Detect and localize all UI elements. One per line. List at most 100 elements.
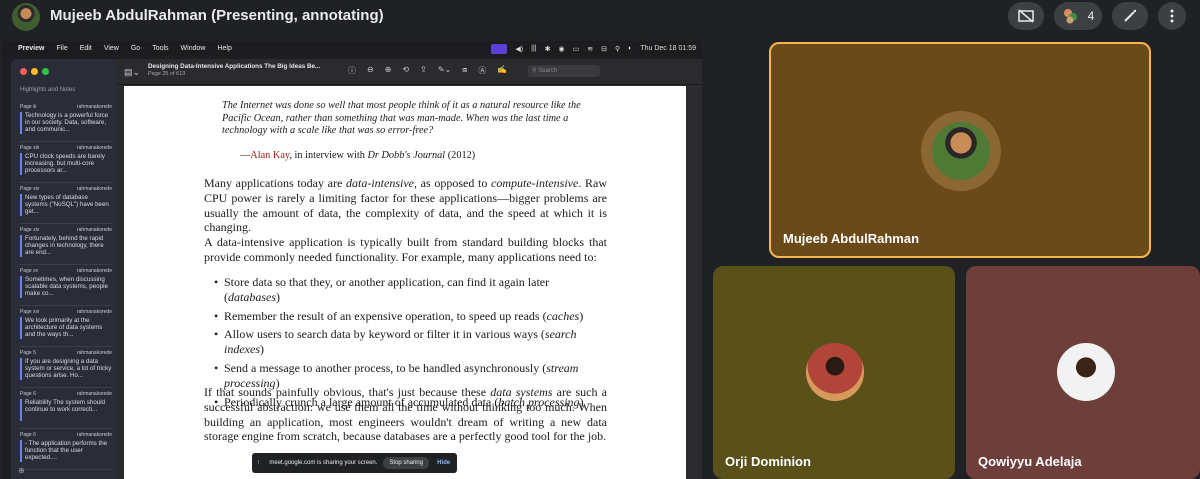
note-author: rahmanakorede <box>76 309 112 315</box>
paragraph-2: A data-intensive application is typicall… <box>204 235 607 264</box>
menu-go[interactable]: Go <box>131 45 140 52</box>
siri-icon[interactable]: ◐ <box>628 45 632 52</box>
more-icon <box>1170 9 1174 23</box>
participant-tile-active[interactable]: Mujeeb AbdulRahman <box>769 42 1151 258</box>
meet-sharing-icon[interactable] <box>491 43 508 54</box>
share-handle-icon[interactable]: ⦙ <box>258 460 259 467</box>
note-text: Sometimes, when discussing scalable data… <box>20 276 112 298</box>
note-text: CPU clock speeds are barely increasing, … <box>20 153 112 175</box>
menu-view[interactable]: View <box>104 45 119 52</box>
list-item: Store data so that they, or another appl… <box>214 275 607 305</box>
note-page: Page 6 <box>20 391 36 397</box>
note-author: rahmanakorede <box>76 432 112 438</box>
search-field[interactable]: ⚲ Search <box>528 65 600 77</box>
list-item: Remember the result of an expensive oper… <box>214 309 607 324</box>
toolbar-icons: ⓘ ⊖ ⊕ ⟲ ⇪ ✎⌄ ⧈ Ⓐ ✍ <box>348 65 507 76</box>
note-page: Page xiv <box>20 227 40 233</box>
rotate-icon[interactable]: ⟲ <box>402 65 409 76</box>
search-placeholder: Search <box>538 68 558 74</box>
note-item[interactable]: Page xiii rahmanakorede CPU clock speeds a… <box>20 142 112 183</box>
avatar <box>1057 343 1115 401</box>
meet-top-bar: Mujeeb AbdulRahman (Presenting, annotati… <box>0 0 1200 34</box>
people-count: 4 <box>1087 9 1095 23</box>
zoom-in-icon[interactable]: ⊕ <box>385 65 392 76</box>
volume-icon[interactable]: ◀) <box>515 45 523 53</box>
note-item[interactable]: Page xv rahmanakorede Sometimes, when disc… <box>20 265 112 306</box>
participant-name: Orji Dominion <box>725 454 811 469</box>
more-options-button[interactable] <box>1158 2 1186 30</box>
note-item[interactable]: Page xiv rahmanakorede Fortunately, behind… <box>20 224 112 265</box>
page-indicator: Page 25 of 613 <box>148 71 186 77</box>
zoom-out-icon[interactable]: ⊖ <box>367 65 374 76</box>
note-page: Page 6 <box>20 432 36 438</box>
note-text: Reliability The system should continue t… <box>20 399 112 421</box>
mac-menubar: Preview File Edit View Go Tools Window H… <box>2 41 702 56</box>
menu-edit[interactable]: Edit <box>80 45 92 52</box>
note-text: Fortunately, behind the rapid changes in… <box>20 235 112 257</box>
markup-icon[interactable]: Ⓐ <box>478 65 486 76</box>
menu-file[interactable]: File <box>56 45 67 52</box>
note-item[interactable]: Page 6 rahmanakorede Reliability The syste… <box>20 388 112 429</box>
annotate-icon <box>1124 9 1137 22</box>
avatar <box>932 122 990 180</box>
minimize-icon[interactable] <box>31 68 38 75</box>
sign-icon[interactable]: ✍ <box>497 65 507 76</box>
note-page: Page iii <box>20 104 37 110</box>
zoom-icon[interactable] <box>42 68 49 75</box>
quote-author-link[interactable]: Alan Kay <box>250 150 289 161</box>
note-item[interactable]: Page 6 rahmanakorede - The application per… <box>20 429 112 470</box>
note-text: - The application performs the function … <box>20 440 112 462</box>
epigraph-quote: The Internet was done so well that most … <box>222 100 581 137</box>
add-note-icon[interactable]: ⊕ <box>18 466 25 475</box>
annotate-button[interactable] <box>1112 2 1148 30</box>
document-title: Designing Data-Intensive Applications Th… <box>148 63 321 70</box>
hide-button[interactable]: Hide <box>437 460 450 466</box>
bluetooth-icon[interactable]: ✱ <box>545 45 551 53</box>
note-item[interactable]: Page iii rahmanakorede Technology is a pow… <box>20 101 112 142</box>
present-off-icon <box>1018 9 1034 23</box>
note-item[interactable]: Page 5 rahmanakorede If you are designing … <box>20 347 112 388</box>
menu-help[interactable]: Help <box>217 45 231 52</box>
notes-list: Page iii rahmanakorede Technology is a pow… <box>20 101 112 470</box>
share-icon[interactable]: ⇪ <box>420 65 427 76</box>
preview-window: ▤⌄ Designing Data-Intensive Applications… <box>116 59 702 479</box>
sidebar-toggle-icon[interactable]: ▤⌄ <box>124 67 140 78</box>
epigraph-attribution: —Alan Kay, in interview with Dr Dobb's J… <box>240 150 476 161</box>
menu-tools[interactable]: Tools <box>152 45 168 52</box>
stop-sharing-button[interactable]: Stop sharing <box>383 457 430 469</box>
note-author: rahmanakorede <box>76 104 112 110</box>
spotlight-icon[interactable]: ⚲ <box>615 45 620 53</box>
menubar-clock: Thu Dec 18 01:59 <box>640 45 696 52</box>
menu-app-name[interactable]: Preview <box>18 45 44 52</box>
crop-icon[interactable]: ⧈ <box>462 65 467 76</box>
participant-tile[interactable]: Qowiyyu Adelaja <box>966 266 1200 479</box>
paragraph-1: Many applications today are data-intensi… <box>204 176 607 235</box>
menu-window[interactable]: Window <box>181 45 206 52</box>
wifi-icon[interactable]: ≋ <box>587 45 593 53</box>
close-icon[interactable] <box>20 68 27 75</box>
window-controls <box>20 68 49 75</box>
note-text: Technology is a powerful force in our so… <box>20 112 112 134</box>
note-item[interactable]: Page xiv rahmanakorede New types of databa… <box>20 183 112 224</box>
highlights-sidebar: Highlights and Notes Page iii rahmanakore… <box>11 59 116 479</box>
presenter-avatar <box>12 3 40 31</box>
participant-tile[interactable]: Orji Dominion <box>713 266 955 479</box>
people-button[interactable]: 4 <box>1054 2 1102 30</box>
note-author: rahmanakorede <box>76 268 112 274</box>
note-page: Page 5 <box>20 350 36 356</box>
note-author: rahmanakorede <box>76 186 112 192</box>
note-item[interactable]: Page xvi rahmanakorede We look primarily a… <box>20 306 112 347</box>
battery-icon[interactable]: ▭ <box>573 45 580 53</box>
markup-pen-icon[interactable]: ✎⌄ <box>438 65 451 76</box>
shared-screen: Preview File Edit View Go Tools Window H… <box>2 41 702 479</box>
note-author: rahmanakorede <box>76 145 112 151</box>
note-author: rahmanakorede <box>76 227 112 233</box>
info-icon[interactable]: ⓘ <box>348 65 356 76</box>
menubar-status: ◀) ||| ✱ ◉ ▭ ≋ ⊟ ⚲ ◐ Thu Dec 18 01:59 <box>491 41 696 56</box>
share-status-text: meet.google.com is sharing your screen. <box>269 460 378 466</box>
control-center-icon[interactable]: ⊟ <box>601 45 607 53</box>
bars-icon[interactable]: ||| <box>531 45 536 52</box>
record-icon[interactable]: ◉ <box>558 45 564 53</box>
present-off-button[interactable] <box>1008 2 1044 30</box>
presenter-title: Mujeeb AbdulRahman (Presenting, annotati… <box>50 7 384 24</box>
